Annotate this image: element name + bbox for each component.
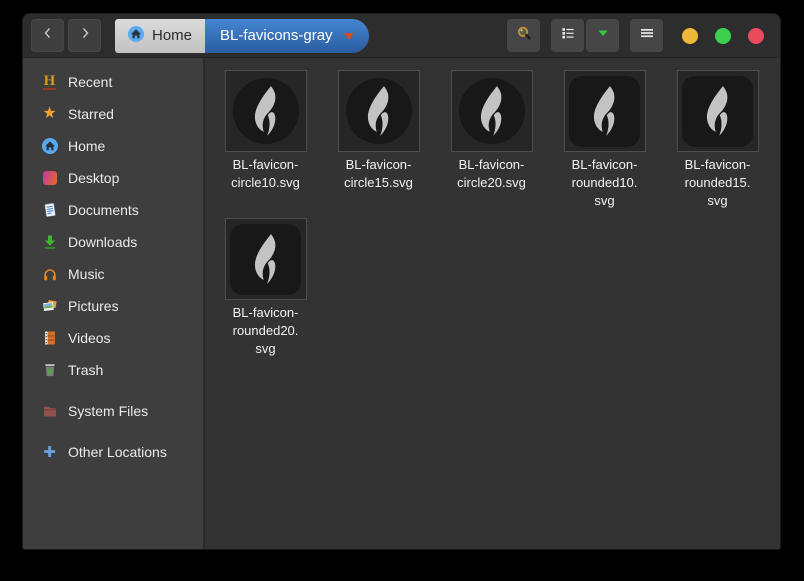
- documents-icon: [41, 202, 58, 219]
- flame-logo-rounded: [682, 75, 753, 147]
- sidebar-item-label: Desktop: [68, 170, 120, 186]
- sidebar-item-home[interactable]: Home: [23, 130, 203, 162]
- sidebar-item-label: Starred: [68, 106, 114, 122]
- file-manager-window: Home BL-favicons-gray H Recent ★ Starred…: [22, 13, 781, 550]
- file-thumbnail: [224, 70, 307, 152]
- file-item-circle20[interactable]: BL-favicon- circle20.svg: [435, 70, 548, 218]
- sidebar-item-starred[interactable]: ★ Starred: [23, 98, 203, 130]
- view-options-dropdown-button[interactable]: [586, 19, 619, 52]
- search-icon: [516, 25, 532, 46]
- star-icon: ★: [42, 105, 57, 122]
- file-item-circle15[interactable]: BL-favicon- circle15.svg: [322, 70, 435, 218]
- music-icon: [41, 266, 58, 283]
- sidebar-item-system-files[interactable]: System Files: [23, 395, 203, 427]
- file-name: BL-favicon- rounded15. svg: [684, 157, 751, 208]
- forward-button[interactable]: [68, 19, 101, 52]
- flame-logo-circle: [232, 78, 299, 144]
- file-grid: BL-favicon- circle10.svg BL-favicon- cir…: [205, 58, 780, 549]
- trash-icon: [41, 362, 58, 379]
- sidebar-section-gap: [23, 427, 203, 436]
- desktop-icon: [41, 170, 58, 187]
- maximize-button[interactable]: [715, 27, 731, 44]
- window-controls: [682, 27, 764, 44]
- sidebar-item-videos[interactable]: Videos: [23, 322, 203, 354]
- recent-icon: H: [42, 72, 57, 90]
- search-button[interactable]: [507, 19, 540, 52]
- system-files-icon: [41, 403, 58, 420]
- file-thumbnail: [563, 70, 646, 152]
- desktop-background: Home BL-favicons-gray H Recent ★ Starred…: [0, 0, 804, 581]
- breadcrumb-home-label: Home: [152, 27, 193, 44]
- caret-down-icon: [343, 33, 354, 40]
- sidebar-item-label: Pictures: [68, 298, 119, 314]
- breadcrumb-current-label: BL-favicons-gray: [220, 27, 333, 44]
- pictures-icon: [41, 298, 58, 315]
- breadcrumb-current-button[interactable]: BL-favicons-gray: [205, 18, 369, 53]
- window-body: H Recent ★ Starred Home Desktop Document…: [23, 58, 780, 549]
- file-name: BL-favicon- rounded10. svg: [571, 157, 638, 208]
- file-thumbnail: [450, 70, 533, 152]
- file-name: BL-favicon- circle20.svg: [457, 157, 526, 190]
- file-thumbnail: [337, 70, 420, 152]
- file-name: BL-favicon- circle15.svg: [344, 157, 413, 190]
- chevron-left-icon: [40, 25, 56, 46]
- sidebar-section-gap: [23, 386, 203, 395]
- downloads-icon: [41, 234, 58, 251]
- list-view-icon: [560, 25, 576, 46]
- home-icon: [128, 25, 144, 46]
- sidebar-item-other-locations[interactable]: ✚ Other Locations: [23, 436, 203, 468]
- sidebar-item-downloads[interactable]: Downloads: [23, 226, 203, 258]
- flame-logo-rounded: [569, 75, 640, 147]
- file-name: BL-favicon- rounded20. svg: [232, 305, 299, 356]
- other-locations-icon: ✚: [43, 443, 56, 461]
- sidebar-item-label: Downloads: [68, 234, 138, 250]
- green-caret-down-icon: [595, 25, 611, 46]
- videos-icon: [41, 330, 58, 347]
- home-icon: [41, 138, 58, 155]
- file-thumbnail: [676, 70, 759, 152]
- close-button[interactable]: [748, 27, 764, 44]
- sidebar-item-trash[interactable]: Trash: [23, 354, 203, 386]
- file-item-rounded15[interactable]: BL-favicon- rounded15. svg: [661, 70, 774, 218]
- file-thumbnail: [224, 218, 307, 300]
- file-item-rounded10[interactable]: BL-favicon- rounded10. svg: [548, 70, 661, 218]
- headerbar: Home BL-favicons-gray: [23, 14, 780, 58]
- flame-logo-circle: [345, 78, 412, 144]
- breadcrumb-home-button[interactable]: Home: [115, 18, 206, 53]
- breadcrumb: Home BL-favicons-gray: [115, 18, 369, 53]
- sidebar-item-label: System Files: [68, 403, 149, 419]
- sidebar-item-label: Recent: [68, 74, 113, 90]
- sidebar-item-documents[interactable]: Documents: [23, 194, 203, 226]
- back-button[interactable]: [31, 19, 64, 52]
- sidebar-item-label: Other Locations: [68, 444, 167, 460]
- sidebar-item-pictures[interactable]: Pictures: [23, 290, 203, 322]
- sidebar-item-label: Home: [68, 138, 106, 154]
- sidebar-item-music[interactable]: Music: [23, 258, 203, 290]
- menu-button[interactable]: [630, 19, 663, 52]
- list-view-button[interactable]: [551, 19, 584, 52]
- sidebar-item-desktop[interactable]: Desktop: [23, 162, 203, 194]
- file-item-rounded20[interactable]: BL-favicon- rounded20. svg: [209, 218, 322, 366]
- chevron-right-icon: [77, 25, 93, 46]
- sidebar-item-label: Trash: [68, 362, 104, 378]
- flame-logo-rounded: [230, 223, 301, 295]
- minimize-button[interactable]: [682, 27, 698, 44]
- sidebar-item-label: Documents: [68, 202, 139, 218]
- file-item-circle10[interactable]: BL-favicon- circle10.svg: [209, 70, 322, 218]
- sidebar-item-recent[interactable]: H Recent: [23, 66, 203, 98]
- hamburger-icon: [639, 25, 655, 46]
- file-name: BL-favicon- circle10.svg: [231, 157, 300, 190]
- sidebar: H Recent ★ Starred Home Desktop Document…: [23, 58, 205, 549]
- flame-logo-circle: [458, 78, 525, 144]
- sidebar-item-label: Videos: [68, 330, 111, 346]
- sidebar-item-label: Music: [68, 266, 105, 282]
